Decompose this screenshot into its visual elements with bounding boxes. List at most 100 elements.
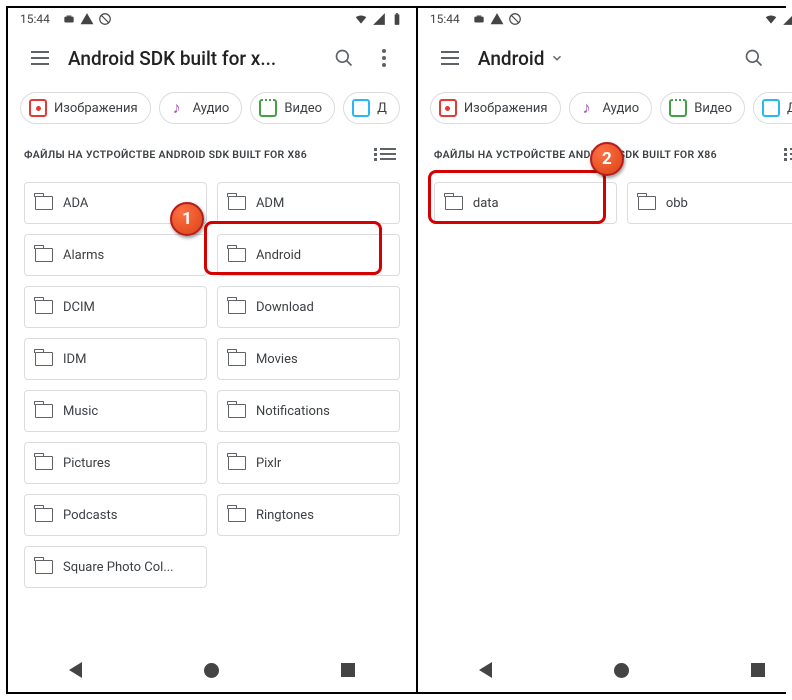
chip-audio[interactable]: Аудио [159,92,243,124]
recent-icon [341,663,355,677]
wifi-icon [764,12,778,26]
no-sim-icon [98,12,112,26]
battery-icon [390,12,404,26]
folder-icon [228,508,246,522]
nav-bar [418,648,792,692]
search-button[interactable] [734,38,774,78]
home-icon [204,663,219,678]
folder-icon [228,196,246,210]
folder-label: ADA [63,196,88,211]
view-toggle-button[interactable] [786,142,792,166]
phone-right: 15:44 Android Изображения Аудио Видео [416,8,792,692]
folder-item[interactable]: Music [24,390,207,432]
folder-item[interactable]: data [434,182,617,224]
image-icon [439,99,457,117]
folder-icon [35,248,53,262]
view-toggle-button[interactable] [376,142,400,166]
home-icon [614,663,629,678]
chip-video[interactable]: Видео [250,92,335,124]
chip-images[interactable]: Изображения [430,92,561,124]
folder-label: Download [256,300,314,315]
chevron-down-icon [550,51,564,65]
folder-item[interactable]: Android [217,234,400,276]
document-icon [762,99,780,117]
folder-icon [35,352,53,366]
folder-item[interactable]: IDM [24,338,207,380]
status-bar: 15:44 [8,8,416,30]
folder-item[interactable]: ADM [217,182,400,224]
wifi-icon [354,12,368,26]
menu-button[interactable] [20,38,60,78]
chip-documents[interactable]: Д [343,92,400,124]
folder-label: Notifications [256,404,330,419]
folder-label: Music [63,404,98,419]
folder-item[interactable]: Pictures [24,442,207,484]
no-sim-icon [508,12,522,26]
more-button[interactable] [774,38,792,78]
search-icon [334,48,354,68]
folder-label: IDM [63,352,86,367]
video-icon [669,99,687,117]
folder-label: data [473,196,499,211]
status-bar: 15:44 [418,8,792,30]
folder-label: Pixlr [256,456,281,471]
folder-label: Square Photo Col... [63,560,174,575]
folder-icon [35,404,53,418]
folder-icon [35,456,53,470]
folder-item[interactable]: Alarms [24,234,207,276]
folder-label: obb [666,196,688,211]
folder-label: Alarms [63,248,104,263]
back-icon [69,662,82,678]
status-time: 15:44 [430,12,460,26]
phone-left: 15:44 Android SDK built for x... Изображ… [8,8,416,692]
search-icon [744,48,764,68]
folder-item[interactable]: Square Photo Col... [24,546,207,588]
image-icon [29,99,47,117]
nav-home-button[interactable] [200,658,224,682]
search-button[interactable] [324,38,364,78]
folder-item[interactable]: Download [217,286,400,328]
folder-item[interactable]: Podcasts [24,494,207,536]
nav-back-button[interactable] [474,658,498,682]
folder-item[interactable]: Notifications [217,390,400,432]
audio-icon [168,99,186,117]
menu-button[interactable] [430,38,470,78]
app-bar: Android SDK built for x... [8,30,416,86]
debug-icon [62,12,76,26]
chip-video[interactable]: Видео [660,92,745,124]
folder-label: Android [256,248,301,263]
folder-grid: data obb [418,170,792,224]
nav-home-button[interactable] [610,658,634,682]
folder-item[interactable]: DCIM [24,286,207,328]
folder-icon [228,456,246,470]
hamburger-icon [441,57,459,59]
folder-label: Podcasts [63,508,117,523]
nav-recent-button[interactable] [746,658,770,682]
signal-icon [372,12,386,26]
folder-item[interactable]: Movies [217,338,400,380]
nav-back-button[interactable] [64,658,88,682]
chip-documents[interactable]: Д [753,92,792,124]
folder-icon [228,300,246,314]
appbar-title[interactable]: Android SDK built for x... [60,47,324,70]
appbar-title[interactable]: Android [470,47,734,70]
outer-frame: 15:44 Android SDK built for x... Изображ… [6,6,786,694]
folder-item[interactable]: Ringtones [217,494,400,536]
folder-icon [35,560,53,574]
folder-item[interactable]: obb [627,182,792,224]
folder-item[interactable]: Pixlr [217,442,400,484]
nav-recent-button[interactable] [336,658,360,682]
signal-icon [782,12,792,26]
chip-audio[interactable]: Аудио [569,92,653,124]
app-bar: Android [418,30,792,86]
audio-icon [578,99,596,117]
folder-icon [638,196,656,210]
folder-label: ADM [256,196,284,211]
folder-icon [35,508,53,522]
chip-images[interactable]: Изображения [20,92,151,124]
debug-icon [472,12,486,26]
list-view-icon [380,153,396,155]
hamburger-icon [31,57,49,59]
folder-icon [445,196,463,210]
more-button[interactable] [364,38,404,78]
